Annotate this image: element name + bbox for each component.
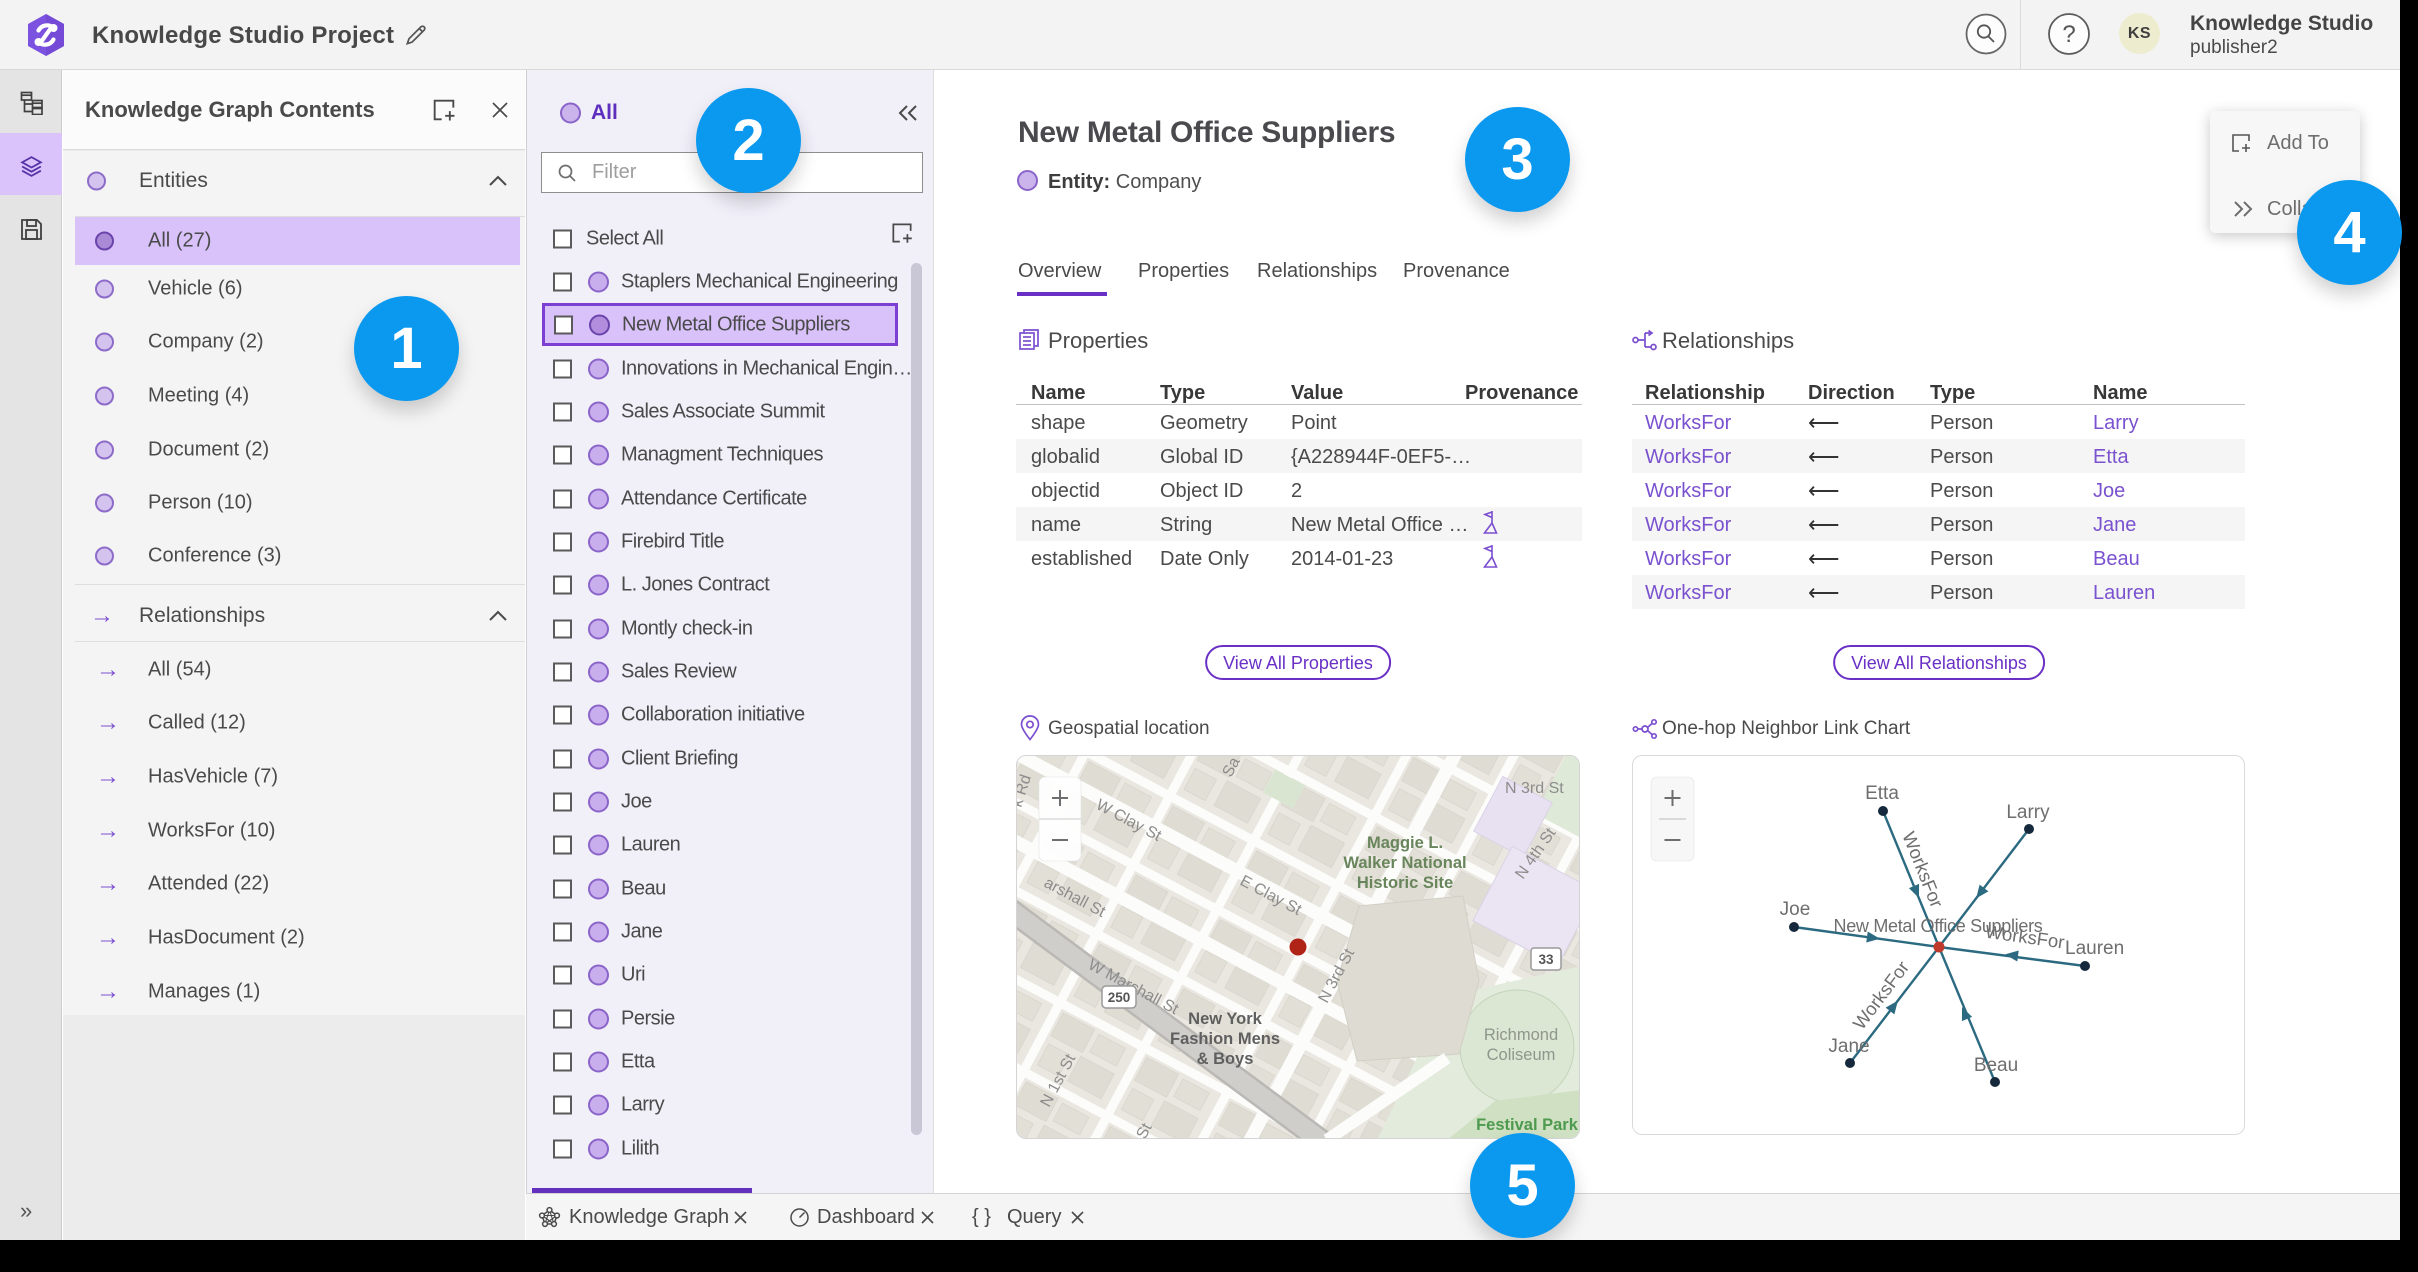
svg-text:Etta: Etta xyxy=(1865,783,1899,804)
svg-text:Larry: Larry xyxy=(2006,802,2050,823)
svg-text:& Boys: & Boys xyxy=(1197,1050,1254,1068)
svg-text:WorksFor: WorksFor xyxy=(1898,829,1947,911)
svg-text:Coliseum: Coliseum xyxy=(1487,1046,1556,1064)
svg-text:Beau: Beau xyxy=(1974,1055,2018,1076)
svg-text:Jane: Jane xyxy=(1828,1036,1869,1057)
svg-text:Festival Park: Festival Park xyxy=(1476,1116,1579,1134)
svg-text:Lauren: Lauren xyxy=(2065,938,2124,959)
svg-text:New York: New York xyxy=(1188,1010,1262,1028)
svg-text:Walker National: Walker National xyxy=(1343,854,1466,872)
svg-text:N 3rd St: N 3rd St xyxy=(1505,780,1564,797)
svg-text:Historic Site: Historic Site xyxy=(1357,874,1453,892)
svg-text:WorksFor: WorksFor xyxy=(1984,921,2066,953)
svg-text:Maggie L.: Maggie L. xyxy=(1367,834,1443,852)
svg-text:250: 250 xyxy=(1108,990,1131,1005)
svg-text:Fashion Mens: Fashion Mens xyxy=(1170,1030,1280,1048)
svg-text:33: 33 xyxy=(1538,952,1554,967)
svg-text:?: ? xyxy=(2062,21,2075,48)
svg-text:Joe: Joe xyxy=(1780,899,1811,920)
svg-text:Richmond: Richmond xyxy=(1484,1026,1558,1044)
